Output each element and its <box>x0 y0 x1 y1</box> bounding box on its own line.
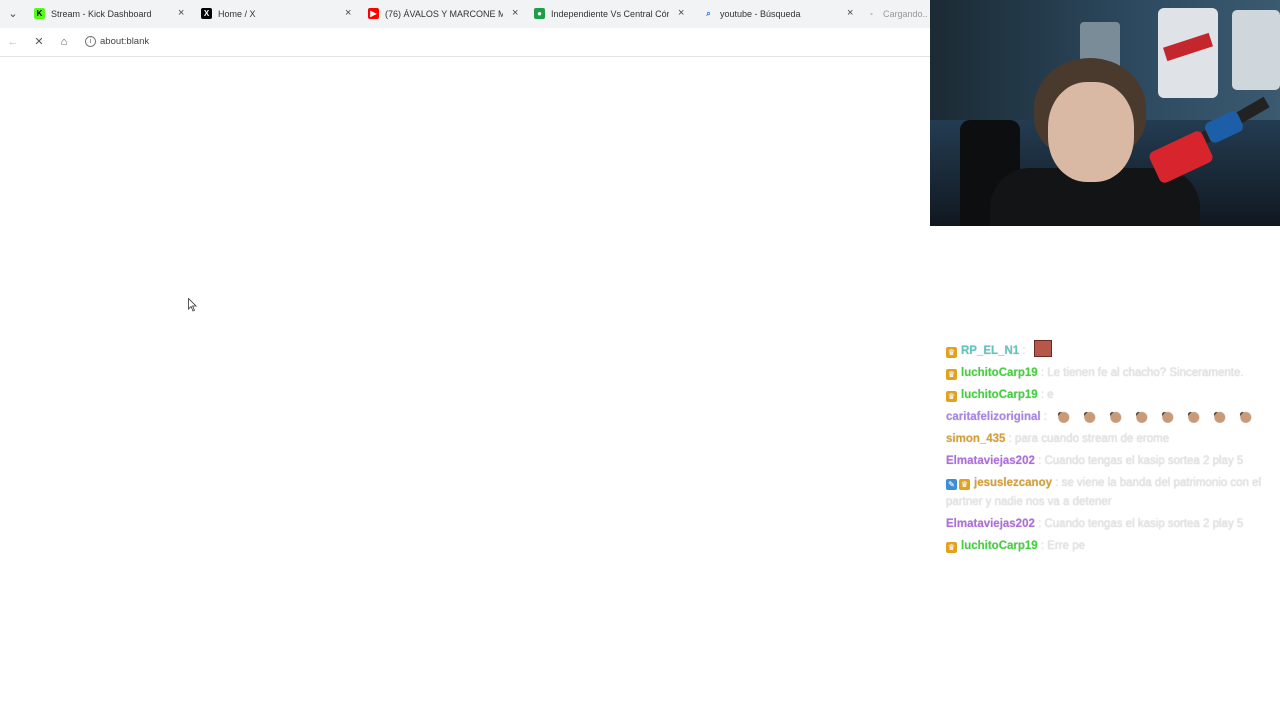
chat-text: Cuando tengas el kasip sortea 2 play 5 <box>1044 518 1244 530</box>
crown-badge-icon: ♛ <box>946 391 957 402</box>
crown-badge-icon: ♛ <box>946 369 957 380</box>
chat-username[interactable]: Elmataviejas202 <box>946 518 1035 530</box>
streamer-face <box>1048 82 1134 182</box>
hand-emote-icon <box>1081 409 1098 423</box>
chat-separator: : <box>1051 477 1062 489</box>
soccer-site-icon: ● <box>534 8 545 19</box>
address-url[interactable]: about:blank <box>100 36 149 47</box>
wall-jersey <box>1232 10 1280 90</box>
crown-badge-icon: ♛ <box>946 347 957 358</box>
chat-message: caritafelizoriginal : <box>946 408 1276 427</box>
chat-separator: : <box>1037 389 1048 401</box>
browser-tab[interactable]: ▶ (76) ÁVALOS Y MARCONE MARCA × <box>368 4 518 26</box>
close-tab-icon[interactable]: × <box>345 7 351 19</box>
chat-separator: : <box>1037 367 1048 379</box>
wall-jersey <box>1158 8 1218 98</box>
tab-title: Stream - Kick Dashboard <box>51 9 152 19</box>
chat-username[interactable]: caritafelizoriginal <box>946 411 1041 423</box>
chat-separator: : <box>1037 540 1048 552</box>
chat-text: Le tienen fe al chacho? Sinceramente. <box>1047 367 1244 379</box>
address-bar[interactable]: i about:blank <box>82 31 922 53</box>
crown-badge-icon: ♛ <box>959 479 970 490</box>
chat-separator: : <box>1040 411 1051 423</box>
crown-badge-icon: ♛ <box>946 542 957 553</box>
chat-message: ♛ luchitoCarp19 : Erre pe <box>946 537 1276 556</box>
chat-username[interactable]: simon_435 <box>946 433 1005 445</box>
chat-text: Erre pe <box>1047 540 1085 552</box>
tab-search-icon[interactable]: ⌄ <box>4 5 22 23</box>
chat-username[interactable]: Elmataviejas202 <box>946 455 1035 467</box>
tab-strip: ⌄ K Stream - Kick Dashboard × X Home / X × ▶ (7… <box>0 0 930 28</box>
chat-username[interactable]: luchitoCarp19 <box>961 389 1038 401</box>
loading-icon: - <box>870 9 873 18</box>
browser-tab[interactable]: ⌕ youtube - Búsqueda × <box>703 4 853 26</box>
chat-username[interactable]: RP_EL_N1 <box>961 345 1019 357</box>
chat-message: ♛ luchitoCarp19 : e <box>946 386 1276 405</box>
tab-title: Independiente Vs Central Córdoba <box>551 9 669 19</box>
hand-emote-icon <box>1185 409 1202 423</box>
moderator-badge-icon: ✎ <box>946 479 957 490</box>
close-tab-icon[interactable]: × <box>678 7 684 19</box>
chat-message: simon_435 : para cuando stream de erome <box>946 430 1276 449</box>
stop-loading-icon[interactable]: ✕ <box>31 34 47 50</box>
blank-page[interactable] <box>0 57 930 720</box>
webcam-overlay <box>930 0 1280 226</box>
browser-tab[interactable]: X Home / X × <box>201 4 351 26</box>
close-tab-icon[interactable]: × <box>847 7 853 19</box>
chat-message: ✎ ♛ jesuslezcanoy : se viene la banda del … <box>946 474 1276 512</box>
tab-title: Home / X <box>218 9 256 19</box>
chat-text: Cuando tengas el kasip sortea 2 play 5 <box>1044 455 1244 467</box>
browser-tab[interactable]: - Cargando... <box>866 4 930 26</box>
browser-tab[interactable]: ● Independiente Vs Central Córdoba × <box>534 4 684 26</box>
browser-tab[interactable]: K Stream - Kick Dashboard × <box>34 4 184 26</box>
hand-emote-icon <box>1211 409 1228 423</box>
tab-title: youtube - Búsqueda <box>720 9 801 19</box>
back-arrow-icon[interactable]: ← <box>5 34 21 50</box>
chat-message: Elmataviejas202 : Cuando tengas el kasip… <box>946 452 1276 471</box>
chat-separator: : <box>1005 433 1016 445</box>
chat-username[interactable]: luchitoCarp19 <box>961 367 1038 379</box>
hand-emote-icon <box>1055 409 1072 423</box>
chat-message: ♛ RP_EL_N1 : <box>946 340 1276 361</box>
kick-icon: K <box>34 8 45 19</box>
chat-text: para cuando stream de erome <box>1015 433 1170 445</box>
face-emote-icon <box>1033 340 1052 357</box>
home-icon[interactable]: ⌂ <box>56 34 72 50</box>
tab-title: Cargando... <box>883 9 927 19</box>
chat-username[interactable]: luchitoCarp19 <box>961 540 1038 552</box>
browser-toolbar: ← ✕ ⌂ i about:blank <box>0 28 930 57</box>
tab-title: (76) ÁVALOS Y MARCONE MARCA <box>385 9 503 19</box>
mouse-cursor-icon <box>188 298 197 312</box>
info-icon[interactable]: i <box>85 36 96 47</box>
youtube-icon: ▶ <box>368 8 379 19</box>
chat-text: e <box>1047 389 1054 401</box>
close-tab-icon[interactable]: × <box>178 7 184 19</box>
hand-emote-icon <box>1107 409 1124 423</box>
hand-emote-icon <box>1133 409 1150 423</box>
chat-message: Elmataviejas202 : Cuando tengas el kasip… <box>946 515 1276 534</box>
chat-message: ♛ luchitoCarp19 : Le tienen fe al chacho?… <box>946 364 1276 383</box>
close-tab-icon[interactable]: × <box>512 7 518 19</box>
chat-username[interactable]: jesuslezcanoy <box>974 477 1052 489</box>
chat-separator: : <box>1019 345 1029 357</box>
hand-emote-icon <box>1237 409 1254 423</box>
hand-emote-icon <box>1159 409 1176 423</box>
x-logo-icon: X <box>201 8 212 19</box>
search-icon: ⌕ <box>706 9 711 18</box>
chat-overlay: ♛ RP_EL_N1 : ♛ luchitoCarp19 : Le tienen f… <box>946 340 1276 559</box>
